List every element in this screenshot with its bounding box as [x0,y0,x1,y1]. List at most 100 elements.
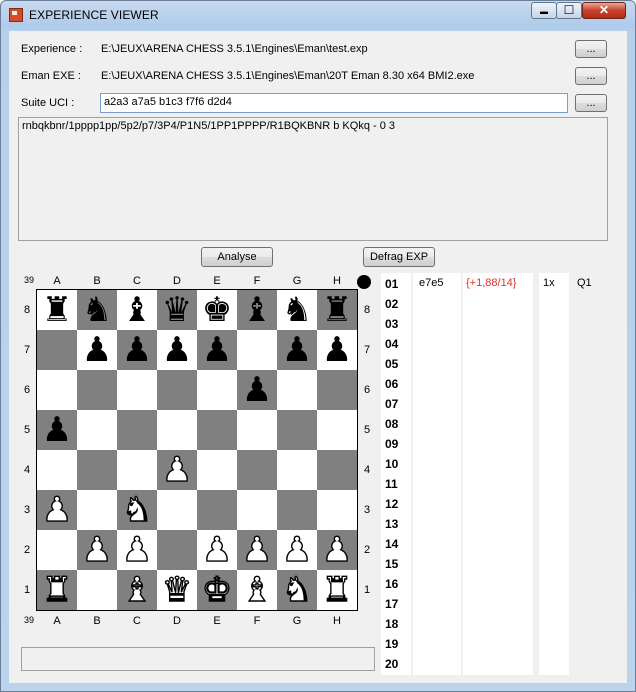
white-pawn-icon[interactable]: ♟ [37,489,77,530]
defrag-exp-button[interactable]: Defrag EXP [363,247,435,267]
black-pawn-icon[interactable]: ♟ [157,330,197,370]
close-button[interactable]: ✕ [582,2,626,19]
square-d6[interactable] [157,370,197,410]
square-g7[interactable]: ♟ [277,330,317,370]
square-a1[interactable]: ♜ [37,569,77,611]
maximize-button[interactable]: ☐ [556,2,582,19]
square-c1[interactable]: ♝ [117,569,157,611]
square-e8[interactable]: ♚ [197,290,237,330]
suite-uci-input[interactable]: a2a3 a7a5 b1c3 f7f6 d2d4 [100,93,568,113]
square-f8[interactable]: ♝ [237,290,277,330]
black-bishop-icon[interactable]: ♝ [117,290,157,330]
quality-cell[interactable]: Q1 [577,277,592,289]
title-bar[interactable]: EXPERIENCE VIEWER ▬ ☐ ✕ [1,1,635,29]
square-c3[interactable]: ♞ [117,489,157,531]
square-f4[interactable] [237,450,277,490]
square-e4[interactable] [197,450,237,490]
black-rook-icon[interactable]: ♜ [317,290,357,330]
square-e6[interactable] [197,370,237,410]
white-queen-icon[interactable]: ♛ [157,569,197,610]
white-rook-icon[interactable]: ♜ [317,569,357,610]
black-pawn-icon[interactable]: ♟ [37,410,77,450]
white-rook-icon[interactable]: ♜ [37,569,77,610]
white-knight-icon[interactable]: ♞ [277,569,317,610]
square-a4[interactable] [37,450,77,490]
square-c2[interactable]: ♟ [117,529,157,571]
black-queen-icon[interactable]: ♛ [157,290,197,330]
square-d7[interactable]: ♟ [157,330,197,370]
square-d2[interactable] [157,530,197,570]
square-g5[interactable] [277,410,317,450]
count-cell[interactable]: 1x [543,277,555,289]
square-a8[interactable]: ♜ [37,290,77,330]
square-e2[interactable]: ♟ [197,529,237,571]
square-h7[interactable]: ♟ [317,330,357,370]
square-b7[interactable]: ♟ [77,330,117,370]
black-pawn-icon[interactable]: ♟ [317,330,357,370]
white-knight-icon[interactable]: ♞ [117,489,157,530]
white-pawn-icon[interactable]: ♟ [197,529,237,570]
square-e5[interactable] [197,410,237,450]
black-pawn-icon[interactable]: ♟ [77,330,117,370]
square-c6[interactable] [117,370,157,410]
square-g2[interactable]: ♟ [277,529,317,571]
square-f5[interactable] [237,410,277,450]
square-c4[interactable] [117,450,157,490]
move-column[interactable]: e7e5 [413,273,461,675]
black-pawn-icon[interactable]: ♟ [117,330,157,370]
white-king-icon[interactable]: ♚ [197,569,237,610]
white-pawn-icon[interactable]: ♟ [117,529,157,570]
white-pawn-icon[interactable]: ♟ [237,529,277,570]
square-f7[interactable] [237,330,277,370]
square-d1[interactable]: ♛ [157,569,197,611]
square-e1[interactable]: ♚ [197,569,237,611]
minimize-button[interactable]: ▬ [531,2,557,19]
square-h8[interactable]: ♜ [317,290,357,330]
square-a6[interactable] [37,370,77,410]
black-king-icon[interactable]: ♚ [197,290,237,330]
square-c7[interactable]: ♟ [117,330,157,370]
square-a5[interactable]: ♟ [37,410,77,450]
square-h6[interactable] [317,370,357,410]
white-pawn-icon[interactable]: ♟ [157,449,197,490]
square-c5[interactable] [117,410,157,450]
square-c8[interactable]: ♝ [117,290,157,330]
square-h1[interactable]: ♜ [317,569,357,611]
square-b1[interactable] [77,570,117,610]
square-f2[interactable]: ♟ [237,529,277,571]
black-pawn-icon[interactable]: ♟ [197,330,237,370]
score-column[interactable]: {+1,88/14} [463,273,533,675]
square-h5[interactable] [317,410,357,450]
white-bishop-icon[interactable]: ♝ [237,569,277,610]
square-b2[interactable]: ♟ [77,529,117,571]
chess-board[interactable]: ♜ ♞ ♝ ♛ ♚ ♝ ♞ ♜ ♟ ♟ ♟ ♟ ♟ ♟ ♟ ♟ ♟ ♟ ♞ ♟ ♟ ♟ ♟ ♟ ♟ ♜ ♝ ♛ ♚ ♝ ♞ ♜ [36,289,358,611]
count-column[interactable]: 1x [539,273,569,675]
black-knight-icon[interactable]: ♞ [77,290,117,330]
square-h2[interactable]: ♟ [317,529,357,571]
white-pawn-icon[interactable]: ♟ [277,529,317,570]
square-a2[interactable] [37,530,77,570]
square-f3[interactable] [237,490,277,530]
browse-eman-exe-button[interactable]: ... [575,67,607,85]
square-b6[interactable] [77,370,117,410]
black-knight-icon[interactable]: ♞ [277,290,317,330]
square-a3[interactable]: ♟ [37,489,77,531]
square-d8[interactable]: ♛ [157,290,197,330]
black-bishop-icon[interactable]: ♝ [237,290,277,330]
square-a7[interactable] [37,330,77,370]
square-e3[interactable] [197,490,237,530]
square-b8[interactable]: ♞ [77,290,117,330]
white-pawn-icon[interactable]: ♟ [77,529,117,570]
square-d3[interactable] [157,490,197,530]
square-g4[interactable] [277,450,317,490]
square-h4[interactable] [317,450,357,490]
square-g1[interactable]: ♞ [277,569,317,611]
white-bishop-icon[interactable]: ♝ [117,569,157,610]
white-pawn-icon[interactable]: ♟ [317,529,357,570]
analyse-button[interactable]: Analyse [201,247,273,267]
square-g6[interactable] [277,370,317,410]
browse-suite-uci-button[interactable]: ... [575,94,607,112]
square-d4[interactable]: ♟ [157,449,197,491]
square-f6[interactable]: ♟ [237,370,277,410]
square-h3[interactable] [317,490,357,530]
